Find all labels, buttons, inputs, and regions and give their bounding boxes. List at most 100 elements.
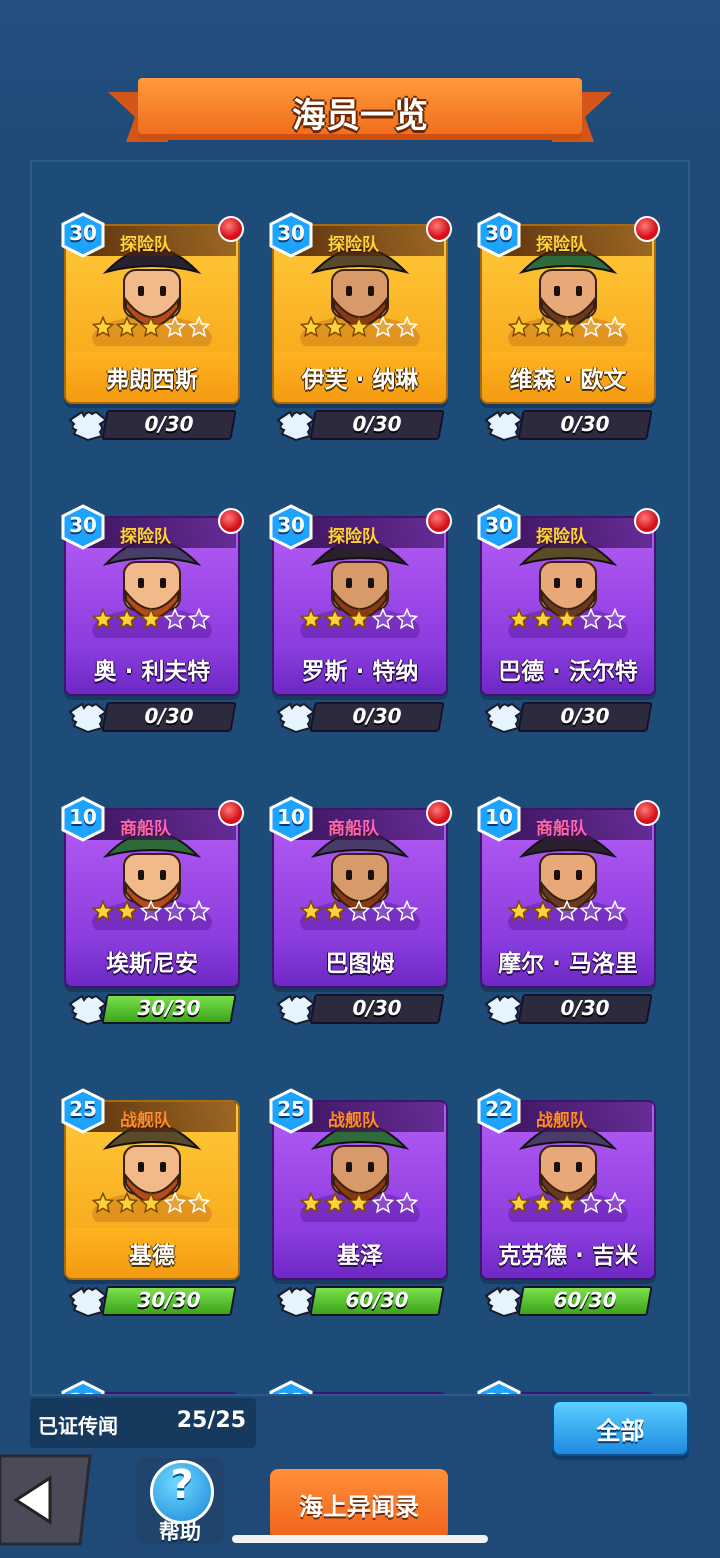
- level-number: 22: [268, 1389, 314, 1396]
- fragment-progress: 0/30: [272, 698, 445, 734]
- progress-text: 0/30: [560, 996, 610, 1020]
- notification-dot-icon: [426, 800, 452, 826]
- star-filled-icon: [324, 608, 346, 630]
- level-badge: 22: [268, 1380, 314, 1396]
- notification-dot-icon: [426, 216, 452, 242]
- crew-card[interactable]: 奥 · 利夫特 探险队 30 0/30: [61, 478, 244, 734]
- fragment-progress: 0/30: [480, 990, 653, 1026]
- star-filled-icon: [92, 900, 114, 922]
- star-empty-icon: [188, 900, 210, 922]
- level-badge: 22: [476, 1088, 522, 1134]
- crew-type-label: 战舰队: [536, 1111, 587, 1131]
- star-empty-icon: [396, 1192, 418, 1214]
- star-filled-icon: [508, 316, 530, 338]
- name-bar: 奥 · 利夫特: [66, 644, 238, 694]
- crew-card[interactable]: 基德 战舰队 25 30/30: [61, 1062, 240, 1318]
- help-label: 帮助: [159, 1520, 201, 1544]
- star-filled-icon: [556, 608, 578, 630]
- star-filled-icon: [556, 1192, 578, 1214]
- crew-card[interactable]: 埃斯尼安 商船队 10 30/30: [61, 770, 244, 1026]
- level-number: 22: [485, 1097, 513, 1121]
- crew-type-label: 探险队: [328, 235, 379, 255]
- star-filled-icon: [116, 316, 138, 338]
- fragment-progress: 60/30: [272, 1282, 445, 1318]
- star-filled-icon: [140, 608, 162, 630]
- crew-type-label: 探险队: [120, 527, 171, 547]
- crew-type-label: 商船队: [328, 819, 379, 839]
- crew-card[interactable]: 克劳德 · 吉米 战舰队 22 60/30: [477, 1062, 656, 1318]
- crew-name: 埃斯尼安: [106, 951, 198, 977]
- name-bar: 克劳德 · 吉米: [482, 1228, 654, 1278]
- home-indicator[interactable]: [232, 1535, 488, 1543]
- help-button[interactable]: ? 帮助: [136, 1458, 224, 1544]
- crew-card[interactable]: 战舰队22: [477, 1354, 656, 1396]
- crew-type-label: 商船队: [120, 819, 171, 839]
- star-empty-icon: [580, 608, 602, 630]
- star-rating: [508, 1192, 628, 1214]
- filter-all-button[interactable]: 全部: [552, 1400, 689, 1456]
- name-bar: 埃斯尼安: [66, 936, 238, 986]
- name-bar: 维森 · 欧文: [482, 352, 654, 402]
- crew-name: 巴德 · 沃尔特: [498, 659, 638, 685]
- rumor-counter-label: 已证传闻: [38, 1414, 118, 1438]
- fragment-progress: 0/30: [64, 698, 237, 734]
- crew-name: 克劳德 · 吉米: [498, 1243, 638, 1269]
- level-badge: 22: [60, 1380, 106, 1396]
- crew-type-label: 探险队: [536, 527, 587, 547]
- star-filled-icon: [300, 608, 322, 630]
- sea-tales-button[interactable]: 海上异闻录: [270, 1469, 448, 1539]
- crew-card[interactable]: 巴德 · 沃尔特 探险队 30 0/30: [477, 478, 660, 734]
- crew-card[interactable]: 战舰队22: [61, 1354, 240, 1396]
- star-empty-icon: [164, 608, 186, 630]
- star-empty-icon: [604, 1192, 626, 1214]
- level-badge: 10: [60, 796, 106, 842]
- star-empty-icon: [580, 316, 602, 338]
- star-empty-icon: [164, 1192, 186, 1214]
- level-number: 10: [69, 805, 97, 829]
- fragment-progress: 30/30: [64, 1282, 237, 1318]
- title-banner: 海员一览: [108, 78, 612, 150]
- star-filled-icon: [532, 1192, 554, 1214]
- star-filled-icon: [140, 316, 162, 338]
- crew-card[interactable]: 基泽 战舰队 25 60/30: [269, 1062, 448, 1318]
- crew-card[interactable]: 巴图姆 商船队 10 0/30: [269, 770, 452, 1026]
- star-empty-icon: [164, 316, 186, 338]
- progress-text: 0/30: [144, 704, 194, 728]
- crew-card[interactable]: 伊芙 · 纳琳 探险队 30 0/30: [269, 186, 452, 442]
- notification-dot-icon: [218, 508, 244, 534]
- crew-card[interactable]: 摩尔 · 马洛里 商船队 10 0/30: [477, 770, 660, 1026]
- name-bar: 基德: [66, 1228, 238, 1278]
- crew-card[interactable]: 弗朗西斯 探险队 30 0/30: [61, 186, 244, 442]
- banner-body: 海员一览: [138, 78, 582, 140]
- star-rating: [508, 608, 628, 630]
- star-filled-icon: [140, 1192, 162, 1214]
- star-rating: [92, 1192, 212, 1214]
- name-bar: 伊芙 · 纳琳: [274, 352, 446, 402]
- crew-grid-panel[interactable]: 弗朗西斯 探险队 30 0/30 伊芙 · 纳琳 探险队 30 0/30 维森 · 欧文 探险队 3…: [30, 160, 690, 1396]
- star-rating: [300, 900, 420, 922]
- filter-all-label: 全部: [596, 1416, 645, 1445]
- fragment-progress: 30/30: [64, 990, 237, 1026]
- star-filled-icon: [92, 1192, 114, 1214]
- crew-card[interactable]: 战舰队22: [269, 1354, 448, 1396]
- name-bar: 摩尔 · 马洛里: [482, 936, 654, 986]
- crew-card[interactable]: 维森 · 欧文 探险队 30 0/30: [477, 186, 660, 442]
- crew-name: 伊芙 · 纳琳: [301, 367, 419, 393]
- level-number: 22: [476, 1389, 522, 1396]
- level-number: 30: [277, 221, 305, 245]
- crew-card[interactable]: 罗斯 · 特纳 探险队 30 0/30: [269, 478, 452, 734]
- progress-text: 30/30: [137, 1288, 201, 1312]
- crew-name: 巴图姆: [325, 951, 395, 977]
- star-rating: [508, 900, 628, 922]
- back-button[interactable]: [0, 1452, 96, 1548]
- crew-name: 弗朗西斯: [106, 367, 198, 393]
- type-bar: [500, 1394, 652, 1396]
- back-arrow-icon: [0, 1454, 92, 1546]
- progress-text: 0/30: [352, 412, 402, 436]
- level-badge: 30: [476, 504, 522, 550]
- star-filled-icon: [116, 1192, 138, 1214]
- level-number: 30: [485, 221, 513, 245]
- crew-type-label: 探险队: [328, 527, 379, 547]
- star-empty-icon: [372, 316, 394, 338]
- fragment-progress: 60/30: [480, 1282, 653, 1318]
